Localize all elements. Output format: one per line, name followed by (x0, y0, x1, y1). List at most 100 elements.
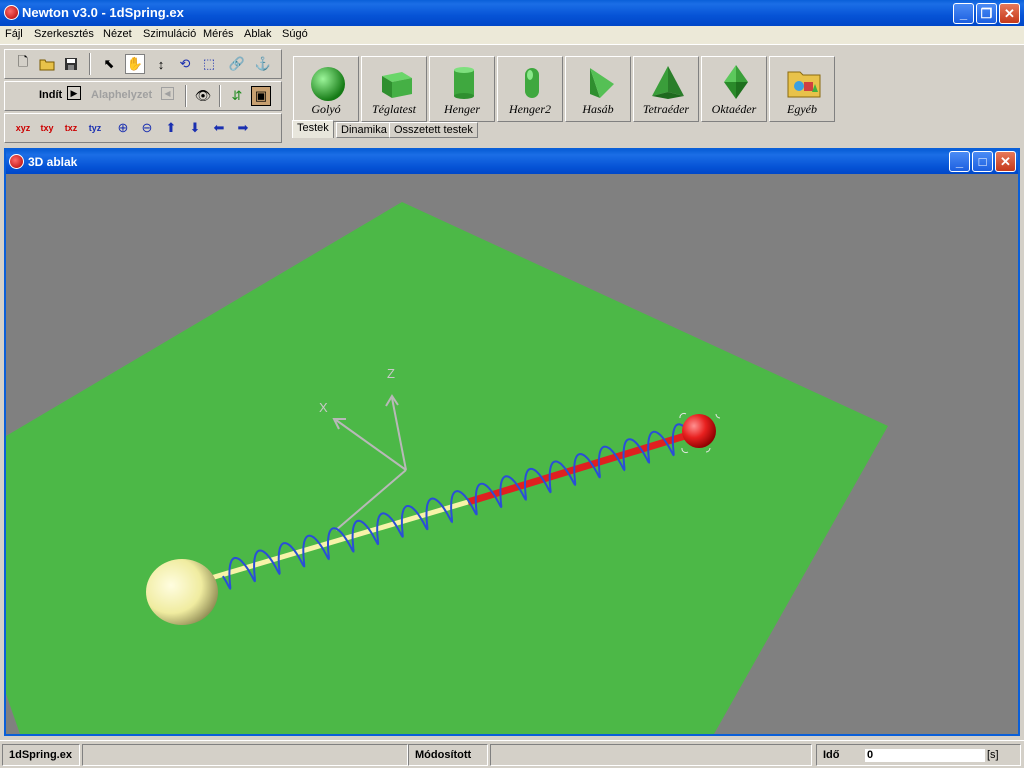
arrow-right-icon[interactable]: ➡ (233, 118, 253, 138)
shape-octahedron-button[interactable]: Oktaéder (701, 56, 767, 122)
link-icon[interactable]: 🔗 (227, 54, 247, 74)
start-label[interactable]: Indít (39, 89, 62, 101)
maximize-icon: □ (978, 154, 987, 169)
play-icon[interactable]: ▶ (67, 86, 81, 100)
close-button[interactable]: ✕ (999, 3, 1020, 24)
window-3d-icon (9, 154, 24, 169)
new-file-icon[interactable]: 🗋 (13, 54, 33, 74)
shape-prism-button[interactable]: Hasáb (565, 56, 631, 122)
shape-cylinder2-button[interactable]: Henger2 (497, 56, 563, 122)
reset-label[interactable]: Alaphelyzet (91, 89, 152, 101)
restore-button[interactable]: ❐ (976, 3, 997, 24)
camera-move-icon[interactable]: ⇵ (227, 86, 247, 106)
statusbar: 1dSpring.ex Módosított Idő 0 [s] (0, 740, 1024, 768)
shape-palette: Golyó Téglatest Henger Henger2 Hasáb Tet… (288, 51, 1018, 125)
time-value-field: 0 (865, 749, 985, 762)
cylinder-icon (454, 67, 474, 99)
window-3d-titlebar: 3D ablak _ □ ✕ (6, 150, 1018, 174)
shape-cylinder2-label: Henger2 (509, 102, 551, 116)
octahedron-icon (724, 65, 748, 99)
restore-icon: ❐ (980, 5, 993, 21)
tab-compound-bodies[interactable]: Osszetett testek (389, 122, 478, 138)
window-3d-title: 3D ablak (28, 155, 78, 169)
close-icon: ✕ (1000, 153, 1011, 169)
arrow-up-icon[interactable]: ⬆ (161, 118, 181, 138)
shape-box-label: Téglatest (372, 102, 416, 116)
app-title: Newton v3.0 - 1dSpring.ex (22, 5, 184, 20)
minimize-icon: _ (959, 6, 968, 21)
tab-bodies[interactable]: Testek (292, 120, 334, 138)
shape-sphere-button[interactable]: Golyó (293, 56, 359, 122)
menu-file[interactable]: Fájl (5, 28, 23, 40)
capsule-icon (525, 68, 539, 98)
arrow-left-icon[interactable]: ⬅ (209, 118, 229, 138)
zoom-in-icon[interactable]: ⊕ (113, 118, 133, 138)
ball-right[interactable] (682, 414, 716, 448)
app-titlebar: Newton v3.0 - 1dSpring.ex _ ❐ ✕ (0, 0, 1024, 26)
status-filename: 1dSpring.ex (2, 744, 80, 766)
axis-xz-icon[interactable]: txz (61, 118, 81, 138)
shape-cylinder-button[interactable]: Henger (429, 56, 495, 122)
reset-icon[interactable]: ◀ (161, 87, 174, 100)
menu-help[interactable]: Súgó (282, 28, 308, 40)
axis-xy-icon[interactable]: txy (37, 118, 57, 138)
minimize-icon: _ (955, 154, 964, 169)
shape-tetrahedron-label: Tetraéder (642, 102, 690, 116)
menubar: Fájl Szerkesztés Nézet Szimuláció Mérés … (0, 26, 1024, 44)
box-icon (382, 72, 412, 98)
menu-simulation[interactable]: Szimuláció (143, 28, 196, 40)
status-message (490, 744, 812, 766)
tetrahedron-icon (652, 66, 684, 99)
axis-yz-icon[interactable]: tyz (85, 118, 105, 138)
app-icon (4, 5, 19, 20)
menu-view[interactable]: Nézet (103, 28, 132, 40)
toolbar-row-1: 🗋 ⬉ ✋ ↕ ⟲ ⬚ 🔗 ⚓ (4, 49, 282, 79)
rotate-icon[interactable]: ⟲ (175, 54, 195, 74)
arrow-down-icon[interactable]: ⬇ (185, 118, 205, 138)
tab-dynamics[interactable]: Dinamika (336, 122, 392, 138)
window-3d-maximize-button[interactable]: □ (972, 151, 993, 172)
shape-octahedron-label: Oktaéder (711, 102, 757, 116)
select-pointer-icon[interactable]: ⬉ (99, 54, 119, 74)
scale-icon[interactable]: ⬚ (199, 54, 219, 74)
status-modified: Módosított (408, 744, 488, 766)
shape-cylinder-label: Henger (444, 102, 480, 116)
scene-icon[interactable]: ▣ (251, 86, 271, 106)
minimize-button[interactable]: _ (953, 3, 974, 24)
status-progress (82, 744, 408, 766)
move-vertical-icon[interactable]: ↕ (151, 54, 171, 74)
status-time-panel: Idő 0 [s] (816, 744, 1021, 766)
open-folder-icon[interactable] (37, 54, 57, 74)
save-icon[interactable] (61, 54, 81, 74)
shape-other-button[interactable]: Egyéb (769, 56, 835, 122)
window-3d-minimize-button[interactable]: _ (949, 151, 970, 172)
toolbar: 🗋 ⬉ ✋ ↕ ⟲ ⬚ 🔗 ⚓ Indít ▶ Alaphelyzet ◀ 👁 … (0, 44, 1024, 144)
toolbar-row-3: xyz txy txz tyz ⊕ ⊖ ⬆ ⬇ ⬅ ➡ (4, 113, 282, 143)
prism-icon (590, 68, 614, 98)
menu-window[interactable]: Ablak (244, 28, 272, 40)
ball-left[interactable] (146, 559, 218, 625)
eye-icon[interactable]: 👁 (193, 86, 213, 106)
menu-edit[interactable]: Szerkesztés (34, 28, 94, 40)
anchor-icon[interactable]: ⚓ (253, 54, 273, 74)
menu-measure[interactable]: Mérés (203, 28, 234, 40)
shape-other-label: Egyéb (787, 102, 817, 116)
shape-sphere-label: Golyó (311, 102, 341, 116)
close-icon: ✕ (1004, 5, 1015, 21)
shape-box-button[interactable]: Téglatest (361, 56, 427, 122)
time-unit: [s] (987, 749, 999, 761)
window-3d-close-button[interactable]: ✕ (995, 151, 1016, 172)
hand-tool-icon[interactable]: ✋ (125, 54, 145, 74)
sphere-icon (311, 67, 345, 101)
zoom-out-icon[interactable]: ⊖ (137, 118, 157, 138)
axis-xyz-icon[interactable]: xyz (13, 118, 33, 138)
axis-x-label: X (319, 400, 328, 415)
shape-tetrahedron-button[interactable]: Tetraéder (633, 56, 699, 122)
toolbar-row-2: Indít ▶ Alaphelyzet ◀ 👁 ⇵ ▣ (4, 81, 282, 111)
time-label: Idő (823, 749, 840, 761)
axis-z-label: Z (387, 366, 395, 381)
3d-viewport[interactable]: Z X (6, 174, 1018, 734)
shape-prism-label: Hasáb (582, 102, 614, 116)
window-3d: 3D ablak _ □ ✕ Z X (4, 148, 1020, 736)
folder-shapes-icon (787, 71, 821, 98)
